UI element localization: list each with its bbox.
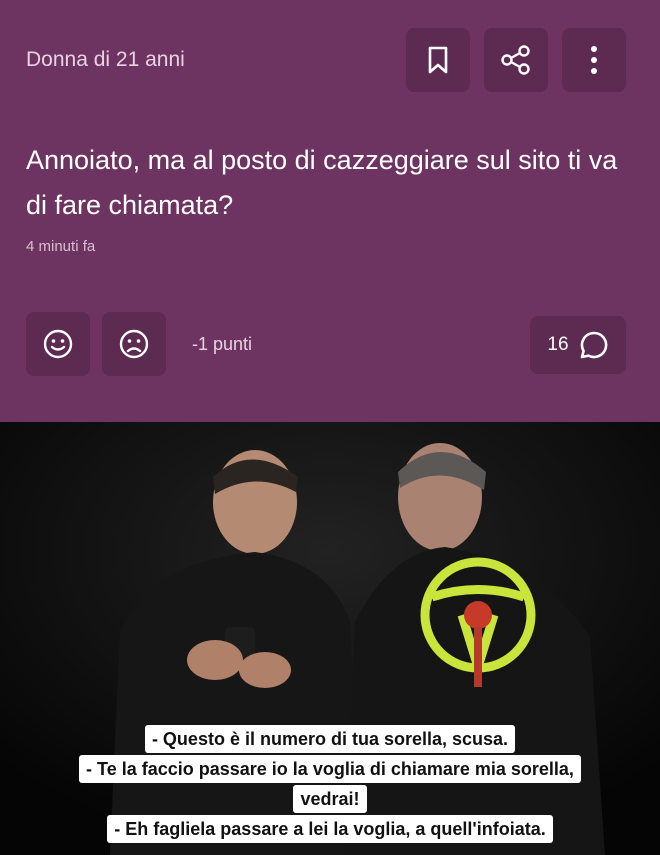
post-timestamp: 4 minuti fa (26, 238, 96, 255)
frown-icon (119, 329, 149, 359)
subtitle-line-2: - Te la faccio passare io la voglia di c… (79, 755, 581, 783)
comments-button[interactable]: 16 (530, 316, 626, 374)
downvote-button[interactable] (102, 312, 166, 376)
comment-count: 16 (547, 334, 569, 355)
bookmark-button[interactable] (406, 28, 470, 92)
subtitle-line-1: - Questo è il numero di tua sorella, scu… (144, 725, 516, 753)
subtitle-line-4: - Eh fagliela passare a lei la voglia, a… (107, 815, 553, 843)
post-author[interactable]: Donna di 21 anni (26, 48, 185, 72)
post-question[interactable]: Annoiato, ma al posto di cazzeggiare sul… (26, 138, 626, 228)
vote-row: -1 punti (26, 312, 252, 376)
share-icon (501, 45, 530, 75)
points-count: -1 punti (192, 333, 253, 354)
subtitle-line-3: vedrai! (293, 785, 367, 813)
more-options-button[interactable] (562, 28, 626, 92)
comment-bubble-icon (580, 331, 607, 359)
share-button[interactable] (484, 28, 548, 92)
bookmark-icon (428, 46, 448, 74)
smile-icon (43, 329, 73, 359)
more-vertical-icon (591, 46, 597, 74)
upvote-button[interactable] (26, 312, 90, 376)
post-card: Donna di 21 anni Annoiato, ma al posto d… (0, 0, 660, 422)
post-actions (406, 28, 626, 92)
meme-subtitles: - Questo è il numero di tua sorella, scu… (0, 724, 660, 844)
